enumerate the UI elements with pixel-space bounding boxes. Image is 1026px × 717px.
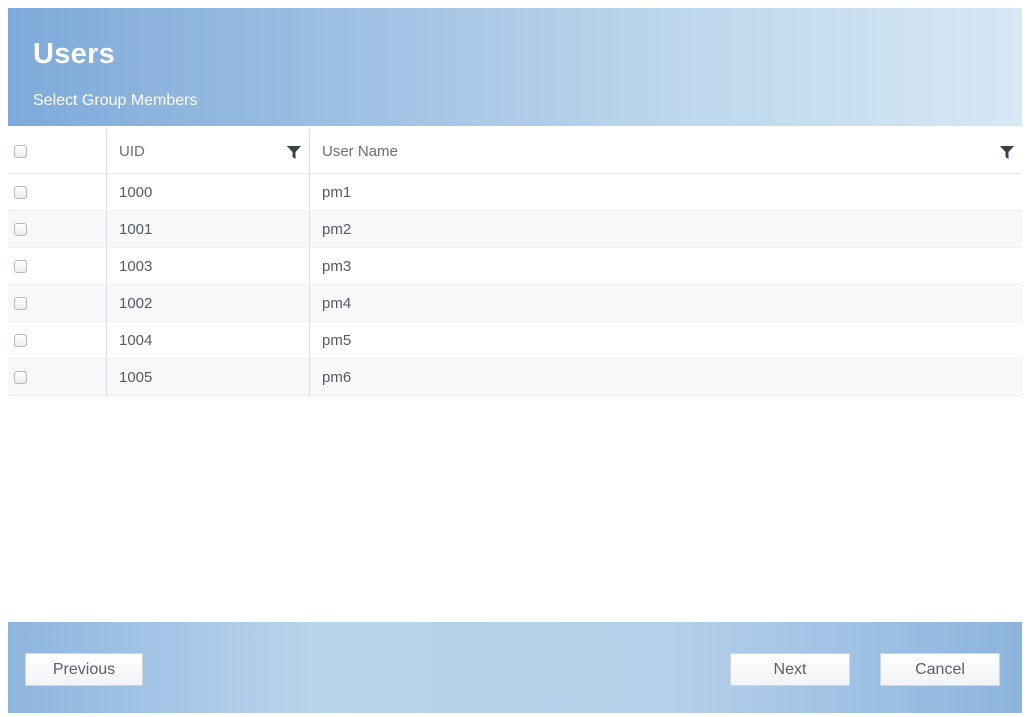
table-row[interactable]: 1004 pm5	[8, 322, 1022, 359]
page-subtitle: Select Group Members	[33, 92, 198, 109]
dialog-footer: Previous Next Cancel	[8, 622, 1022, 713]
column-header-user-name[interactable]: User Name	[309, 130, 1022, 173]
row-checkbox[interactable]	[14, 296, 27, 310]
uid-cell: 1002	[106, 285, 309, 321]
user-name-cell: pm5	[309, 322, 1022, 358]
uid-cell: 1003	[106, 248, 309, 284]
row-checkbox[interactable]	[14, 222, 27, 236]
table-row[interactable]: 1000 pm1	[8, 174, 1022, 211]
previous-button[interactable]: Previous	[25, 653, 143, 686]
uid-cell: 1005	[106, 359, 309, 395]
table-row[interactable]: 1003 pm3	[8, 248, 1022, 285]
uid-cell: 1001	[106, 211, 309, 247]
column-header-uid-label: UID	[119, 143, 145, 160]
user-name-filter-icon[interactable]	[1000, 145, 1014, 159]
user-name-cell: pm1	[309, 174, 1022, 210]
table-row[interactable]: 1002 pm4	[8, 285, 1022, 322]
row-select-cell	[8, 359, 106, 395]
table-empty-area	[8, 401, 1022, 621]
user-name-cell: pm2	[309, 211, 1022, 247]
row-select-cell	[8, 285, 106, 321]
cancel-button[interactable]: Cancel	[880, 653, 1000, 686]
user-name-cell: pm3	[309, 248, 1022, 284]
table-header-row: UID User Name	[8, 130, 1022, 174]
table-row[interactable]: 1005 pm6	[8, 359, 1022, 396]
select-all-cell	[8, 130, 106, 173]
uid-filter-icon[interactable]	[287, 145, 301, 159]
table-row[interactable]: 1001 pm2	[8, 211, 1022, 248]
row-select-cell	[8, 322, 106, 358]
row-checkbox[interactable]	[14, 259, 27, 273]
row-checkbox[interactable]	[14, 370, 27, 384]
dialog-window: Users Select Group Members UID User Name	[8, 8, 1022, 713]
dialog-header: Users Select Group Members	[8, 8, 1022, 126]
row-select-cell	[8, 174, 106, 210]
user-name-cell: pm6	[309, 359, 1022, 395]
uid-cell: 1004	[106, 322, 309, 358]
next-button[interactable]: Next	[730, 653, 850, 686]
row-checkbox[interactable]	[14, 333, 27, 347]
row-checkbox[interactable]	[14, 185, 27, 199]
column-header-uid[interactable]: UID	[106, 130, 309, 173]
column-header-user-name-label: User Name	[322, 143, 398, 160]
page-title: Users	[33, 38, 116, 70]
select-all-checkbox[interactable]	[14, 145, 27, 158]
users-table: UID User Name 1000 pm1 1001 pm2 1003 pm3…	[8, 130, 1022, 396]
uid-cell: 1000	[106, 174, 309, 210]
row-select-cell	[8, 211, 106, 247]
row-select-cell	[8, 248, 106, 284]
user-name-cell: pm4	[309, 285, 1022, 321]
